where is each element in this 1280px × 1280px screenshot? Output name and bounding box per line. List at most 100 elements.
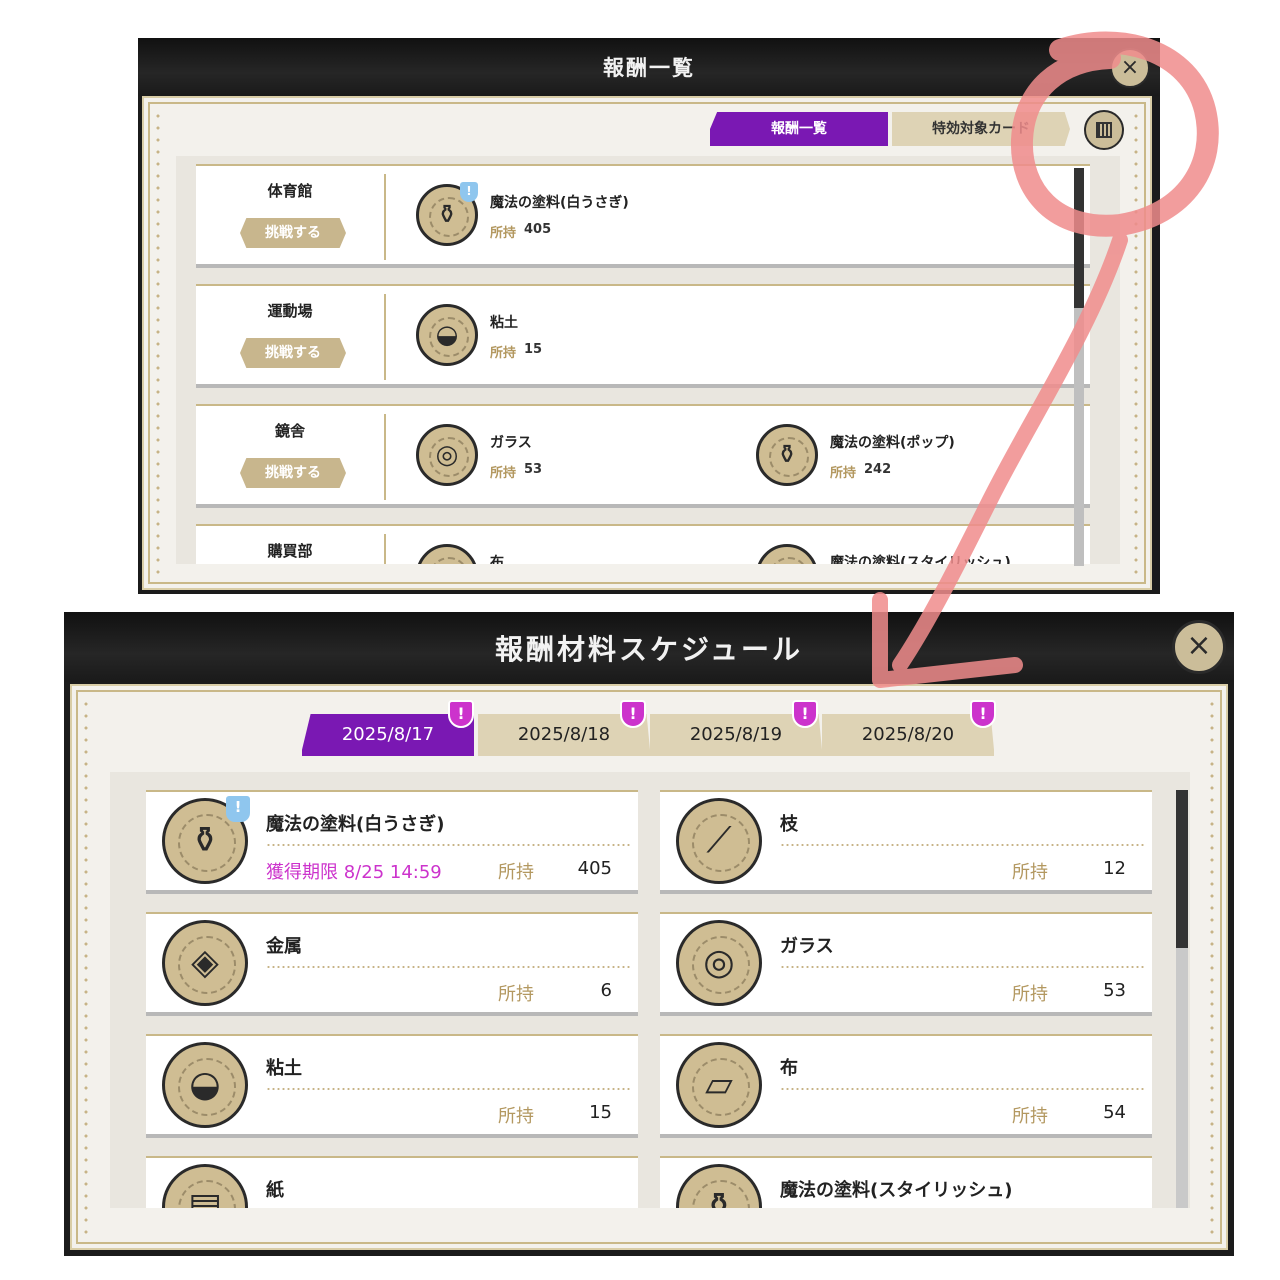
divider: [384, 174, 386, 260]
close-button[interactable]: ×: [1172, 620, 1226, 674]
paint-jar-icon: ⚱: [756, 424, 818, 486]
material-card[interactable]: ⚱ ! 魔法の塗料(白うさぎ) 獲得期限 8/25 14:59 所持 405: [146, 790, 638, 894]
reward-item[interactable]: ⚱ 魔法の塗料(スタイリッシュ): [756, 544, 1076, 564]
reward-name: 粘土: [490, 315, 518, 331]
dotted-divider: [780, 844, 1144, 846]
owned-count: 242: [864, 462, 892, 477]
schedule-panel: 2025/8/17 ! 2025/8/18 ! 2025/8/19 ! 2025…: [70, 684, 1228, 1250]
screenshot-composite: 報酬一覧 × 報酬一覧 特効対象カード 体育館 挑戦する ⚱ ! 魔法の塗料(白…: [0, 0, 1280, 1280]
scrollbar[interactable]: [1176, 790, 1188, 1208]
paint-jar-icon: ⚱: [756, 544, 818, 564]
owned-label: 所持: [830, 466, 857, 481]
owned-label: 所持: [1012, 1106, 1048, 1127]
scrollbar-thumb[interactable]: [1074, 168, 1084, 308]
material-card[interactable]: ⚱ 魔法の塗料(スタイリッシュ): [660, 1156, 1152, 1208]
location-name: 体育館: [267, 182, 313, 200]
challenge-button[interactable]: 挑戦する: [240, 458, 346, 488]
reward-item[interactable]: ◎ ガラス 所持 53: [416, 424, 736, 494]
list-item: 体育館 挑戦する ⚱ ! 魔法の塗料(白うさぎ) 所持 405: [196, 164, 1090, 268]
window-title: 報酬一覧: [603, 56, 695, 80]
material-name: 粘土: [266, 1058, 302, 1079]
metal-ingot-icon: ◈: [162, 920, 248, 1006]
glass-orb-icon: ◎: [676, 920, 762, 1006]
calendar-button[interactable]: [1084, 110, 1124, 150]
material-card[interactable]: ◎ ガラス 所持 53: [660, 912, 1152, 1016]
frame-dots-right: [1134, 110, 1138, 576]
glass-orb-icon: ◎: [416, 424, 478, 486]
dotted-divider: [266, 1088, 630, 1090]
material-name: 金属: [266, 936, 302, 957]
material-card[interactable]: ⟋ 枝 所持 12: [660, 790, 1152, 894]
title-bar: 報酬一覧 ×: [138, 38, 1160, 96]
reward-item[interactable]: ◒ 粘土 所持 15: [416, 304, 736, 374]
owned-label: 所持: [1012, 984, 1048, 1005]
divider: [384, 414, 386, 500]
material-card[interactable]: ▱ 布 所持 54: [660, 1034, 1152, 1138]
owned-label: 所持: [490, 466, 517, 481]
tab-date-4[interactable]: 2025/8/20: [822, 714, 994, 756]
tab-effective-cards[interactable]: 特効対象カード: [892, 112, 1070, 146]
calendar-icon: [1096, 122, 1112, 138]
material-grid[interactable]: ⚱ ! 魔法の塗料(白うさぎ) 獲得期限 8/25 14:59 所持 405 ⟋…: [110, 772, 1190, 1208]
owned-count: 53: [1103, 980, 1126, 1001]
reward-list-window: 報酬一覧 × 報酬一覧 特効対象カード 体育館 挑戦する ⚱ ! 魔法の塗料(白…: [138, 38, 1160, 594]
owned-count: 405: [524, 222, 552, 237]
branch-icon: ⟋: [676, 798, 762, 884]
material-card[interactable]: ◈ 金属 所持 6: [146, 912, 638, 1016]
alert-badge: !: [970, 700, 996, 728]
scrollbar[interactable]: [1074, 168, 1084, 566]
material-card[interactable]: ◒ 粘土 所持 15: [146, 1034, 638, 1138]
reward-item[interactable]: ▱ 布: [416, 544, 736, 564]
material-name: ガラス: [780, 936, 834, 957]
owned-count: 15: [589, 1102, 612, 1123]
location-name: 鏡舎: [274, 422, 305, 440]
reward-list[interactable]: 体育館 挑戦する ⚱ ! 魔法の塗料(白うさぎ) 所持 405 運動場 挑戦する: [176, 156, 1120, 564]
reward-item[interactable]: ⚱ ! 魔法の塗料(白うさぎ) 所持 405: [416, 182, 736, 254]
title-bar: 報酬材料スケジュール ×: [64, 612, 1234, 682]
challenge-button[interactable]: 挑戦する: [240, 218, 346, 248]
owned-label: 所持: [498, 1106, 534, 1127]
frame-dots-right: [1210, 698, 1214, 1236]
owned-count: 15: [524, 342, 543, 357]
paint-jar-icon: ⚱: [676, 1164, 762, 1208]
acquire-deadline: 獲得期限 8/25 14:59: [266, 862, 442, 883]
owned-label: 所持: [1012, 862, 1048, 883]
reward-name: ガラス: [490, 435, 532, 451]
close-button[interactable]: ×: [1110, 48, 1150, 88]
challenge-button[interactable]: 挑戦する: [240, 338, 346, 368]
frame-dots-left: [156, 110, 160, 576]
material-name: 枝: [780, 814, 798, 835]
alert-badge: !: [620, 700, 646, 728]
owned-label: 所持: [498, 862, 534, 883]
alert-badge: !: [226, 796, 250, 822]
owned-count: 6: [600, 980, 612, 1001]
scrollbar-thumb[interactable]: [1176, 790, 1188, 948]
tab-reward-list[interactable]: 報酬一覧: [710, 112, 888, 146]
reward-name: 魔法の塗料(スタイリッシュ): [830, 555, 1011, 564]
owned-count: 54: [1103, 1102, 1126, 1123]
material-name: 布: [780, 1058, 798, 1079]
frame-dots-left: [84, 698, 88, 1236]
dotted-divider: [266, 844, 630, 846]
alert-badge: !: [460, 182, 478, 202]
location-name: 購買部: [267, 542, 313, 560]
material-name: 魔法の塗料(スタイリッシュ): [780, 1180, 1013, 1201]
alert-badge: !: [792, 700, 818, 728]
list-item: 運動場 挑戦する ◒ 粘土 所持 15: [196, 284, 1090, 388]
owned-count: 53: [524, 462, 543, 477]
material-name: 紙: [266, 1180, 284, 1201]
window-title: 報酬材料スケジュール: [494, 633, 804, 666]
reward-item[interactable]: ⚱ 魔法の塗料(ポップ) 所持 242: [756, 424, 1076, 494]
material-card[interactable]: ▤ 紙: [146, 1156, 638, 1208]
material-name: 魔法の塗料(白うさぎ): [266, 814, 445, 835]
reward-schedule-window: 報酬材料スケジュール × 2025/8/17 ! 2025/8/18 ! 202…: [64, 612, 1234, 1256]
dotted-divider: [780, 1088, 1144, 1090]
reward-list-panel: 報酬一覧 特効対象カード 体育館 挑戦する ⚱ ! 魔法の塗料(白うさぎ) 所持…: [142, 96, 1152, 590]
cloth-icon: ▱: [676, 1042, 762, 1128]
dotted-divider: [266, 966, 630, 968]
owned-label: 所持: [490, 346, 517, 361]
list-item: 鏡舎 挑戦する ◎ ガラス 所持 53 ⚱ 魔法の塗料(ポップ) 所持 242: [196, 404, 1090, 508]
dotted-divider: [780, 966, 1144, 968]
reward-name: 魔法の塗料(ポップ): [830, 435, 955, 451]
alert-badge: !: [448, 700, 474, 728]
